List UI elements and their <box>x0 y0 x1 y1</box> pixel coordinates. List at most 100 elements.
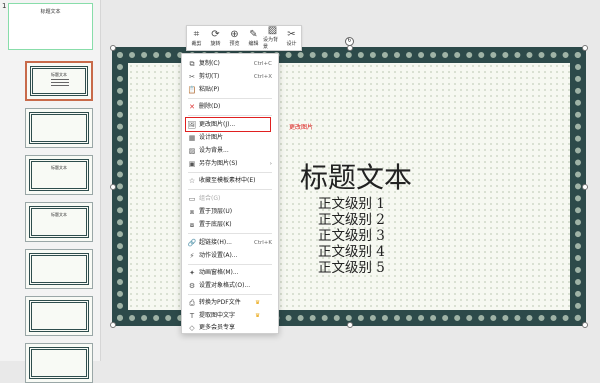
menu-label: 收藏至模板素材中(E) <box>199 177 256 184</box>
menu-label: 剪切(T) <box>199 73 220 80</box>
slide-thumbnail-2[interactable]: 标题文本 <box>25 61 93 101</box>
menu-item-design-picture[interactable]: ▦ 设计图片 <box>182 132 278 144</box>
collect-icon: ☆ <box>188 177 196 185</box>
preview-button[interactable]: ⊕ 预览 <box>225 26 244 50</box>
menu-item-animation-pane[interactable]: ✦ 动画窗格(M)... <box>182 267 278 279</box>
menu-label: 粘贴(P) <box>199 86 220 93</box>
group-icon: ▭ <box>188 195 196 203</box>
resize-handle[interactable] <box>110 322 116 328</box>
menu-label: 超链接(H)... <box>199 239 232 246</box>
set-background-button[interactable]: ▨ 设为背景 <box>263 25 282 51</box>
menu-label: 另存为图片(S) <box>199 160 238 167</box>
menu-item-delete[interactable]: ✕ 删除(D) <box>182 101 278 113</box>
body-level-1: 正文级别 1 <box>318 196 385 212</box>
slide-body-text[interactable]: 正文级别 1 正文级别 2 正文级别 3 正文级别 4 正文级别 5 <box>318 196 385 276</box>
annotation-label: 更改图片 <box>289 124 314 131</box>
rotate-handle-icon[interactable]: ↻ <box>345 37 354 46</box>
menu-item-hyperlink[interactable]: 🔗 超链接(H)... Ctrl+K <box>182 237 278 249</box>
menu-label: 复制(C) <box>199 60 220 67</box>
slide-thumbnail-3[interactable] <box>25 108 93 148</box>
menu-label: 设置对象格式(O)... <box>199 282 251 289</box>
menu-item-convert-pdf[interactable]: ⎙ 转换为PDF文件 ♛ <box>182 297 278 309</box>
menu-item-format-object[interactable]: ⚙ 设置对象格式(O)... <box>182 280 278 292</box>
menu-item-send-back[interactable]: ⧇ 置于底层(K) <box>182 219 278 231</box>
menu-divider <box>188 233 272 234</box>
action-icon: ⚡ <box>189 252 195 260</box>
resize-handle[interactable] <box>582 45 588 51</box>
menu-item-paste[interactable]: 📋 粘贴(P) <box>182 84 278 96</box>
menu-item-more-vip[interactable]: ◇ 更多会员专享 <box>182 322 278 334</box>
menu-item-copy[interactable]: ⧉ 复制(C) Ctrl+C <box>182 58 278 70</box>
edit-label: 编辑 <box>248 40 259 47</box>
resize-handle[interactable] <box>582 322 588 328</box>
body-level-4: 正文级别 4 <box>318 244 385 260</box>
slide-title[interactable]: 标题文本 <box>300 156 412 196</box>
menu-divider <box>188 98 272 99</box>
menu-divider <box>188 115 272 116</box>
thumbnail-title: 标题文本 <box>51 72 67 77</box>
menu-label: 更多会员专享 <box>199 324 236 331</box>
menu-item-bring-front[interactable]: ⧈ 置于顶层(U) <box>182 206 278 218</box>
crop-button[interactable]: ⌗ 裁剪 <box>187 26 206 50</box>
thumbnail-title: 标题文本 <box>40 9 61 15</box>
slide-thumbnail-6[interactable] <box>25 249 93 289</box>
submenu-arrow-icon: › <box>269 161 272 167</box>
vip-crown-icon: ♛ <box>255 313 260 319</box>
vip-icon: ◇ <box>189 324 195 332</box>
context-menu: ⧉ 复制(C) Ctrl+C ✂ 剪切(T) Ctrl+X 📋 粘贴(P) ✕ 删除(D) … <box>181 53 279 334</box>
menu-divider <box>188 189 272 190</box>
thumbnail-title: 标题文本 <box>51 212 67 217</box>
menu-label: 提取图中文字 <box>199 312 236 319</box>
format-icon: ⚙ <box>188 282 196 290</box>
delete-icon: ✕ <box>189 103 195 111</box>
slide-thumbnail-5[interactable]: 标题文本 <box>25 202 93 242</box>
menu-item-save-as-picture[interactable]: ▣ 另存为图片(S) › <box>182 158 278 170</box>
body-level-2: 正文级别 2 <box>318 212 385 228</box>
link-icon: 🔗 <box>187 239 197 247</box>
design-button[interactable]: ✂ 设计 <box>282 26 301 50</box>
change-picture-highlight-box <box>185 117 271 132</box>
menu-label: 设为背景... <box>199 147 229 154</box>
slide-thumbnail-7[interactable] <box>25 296 93 336</box>
slide-thumbnail-8[interactable] <box>25 343 93 383</box>
rotate-label: 旋转 <box>210 40 221 47</box>
rotate-icon: ⟳ <box>211 28 220 40</box>
menu-item-set-background[interactable]: ▨ 设为背景... <box>182 145 278 157</box>
crop-icon: ⌗ <box>193 28 200 40</box>
background-icon: ▨ <box>188 147 196 155</box>
menu-item-extract-text[interactable]: T 提取图中文字 ♛ <box>182 310 278 322</box>
menu-label: 置于顶层(U) <box>199 208 233 215</box>
slide-number: 1 <box>2 2 7 10</box>
menu-divider <box>188 172 272 173</box>
resize-handle[interactable] <box>110 184 116 190</box>
menu-item-collect[interactable]: ☆ 收藏至模板素材中(E) <box>182 175 278 187</box>
zoom-icon: ⊕ <box>230 28 239 40</box>
rotate-button[interactable]: ⟳ 旋转 <box>206 26 225 50</box>
menu-item-cut[interactable]: ✂ 剪切(T) Ctrl+X <box>182 71 278 83</box>
copy-icon: ⧉ <box>189 60 195 68</box>
menu-label: 删除(D) <box>199 103 221 110</box>
background-icon: ▨ <box>267 25 278 36</box>
slide-thumbnail-pane[interactable]: 1 标题文本 标题文本 标题文本 标题文本 <box>0 0 101 383</box>
menu-divider <box>188 264 272 265</box>
edit-button[interactable]: ✎ 编辑 <box>244 26 263 50</box>
paste-icon: 📋 <box>187 86 197 94</box>
menu-label: 组合(G) <box>199 195 221 202</box>
resize-handle[interactable] <box>582 184 588 190</box>
crop-label: 裁剪 <box>191 40 202 47</box>
picture-floating-toolbar: ⌗ 裁剪 ⟳ 旋转 ⊕ 预览 ✎ 编辑 ▨ 设为背景 ✂ 设计 <box>186 25 302 51</box>
shortcut: Ctrl+X <box>253 74 272 80</box>
shortcut: Ctrl+C <box>253 61 272 67</box>
menu-label: 置于底层(K) <box>199 221 232 228</box>
save-picture-icon: ▣ <box>188 160 196 168</box>
slide-thumbnail-4[interactable]: 标题文本 <box>25 155 93 195</box>
design-icon: ✂ <box>287 28 296 40</box>
menu-item-action-settings[interactable]: ⚡ 动作设置(A)... <box>182 250 278 262</box>
resize-handle[interactable] <box>110 45 116 51</box>
edit-icon: ✎ <box>249 28 258 40</box>
menu-label: 动作设置(A)... <box>199 252 238 259</box>
extract-text-icon: T <box>189 312 195 320</box>
slide-thumbnail-1[interactable]: 标题文本 <box>8 3 93 50</box>
menu-item-group[interactable]: ▭ 组合(G) <box>182 193 278 205</box>
resize-handle[interactable] <box>347 322 353 328</box>
